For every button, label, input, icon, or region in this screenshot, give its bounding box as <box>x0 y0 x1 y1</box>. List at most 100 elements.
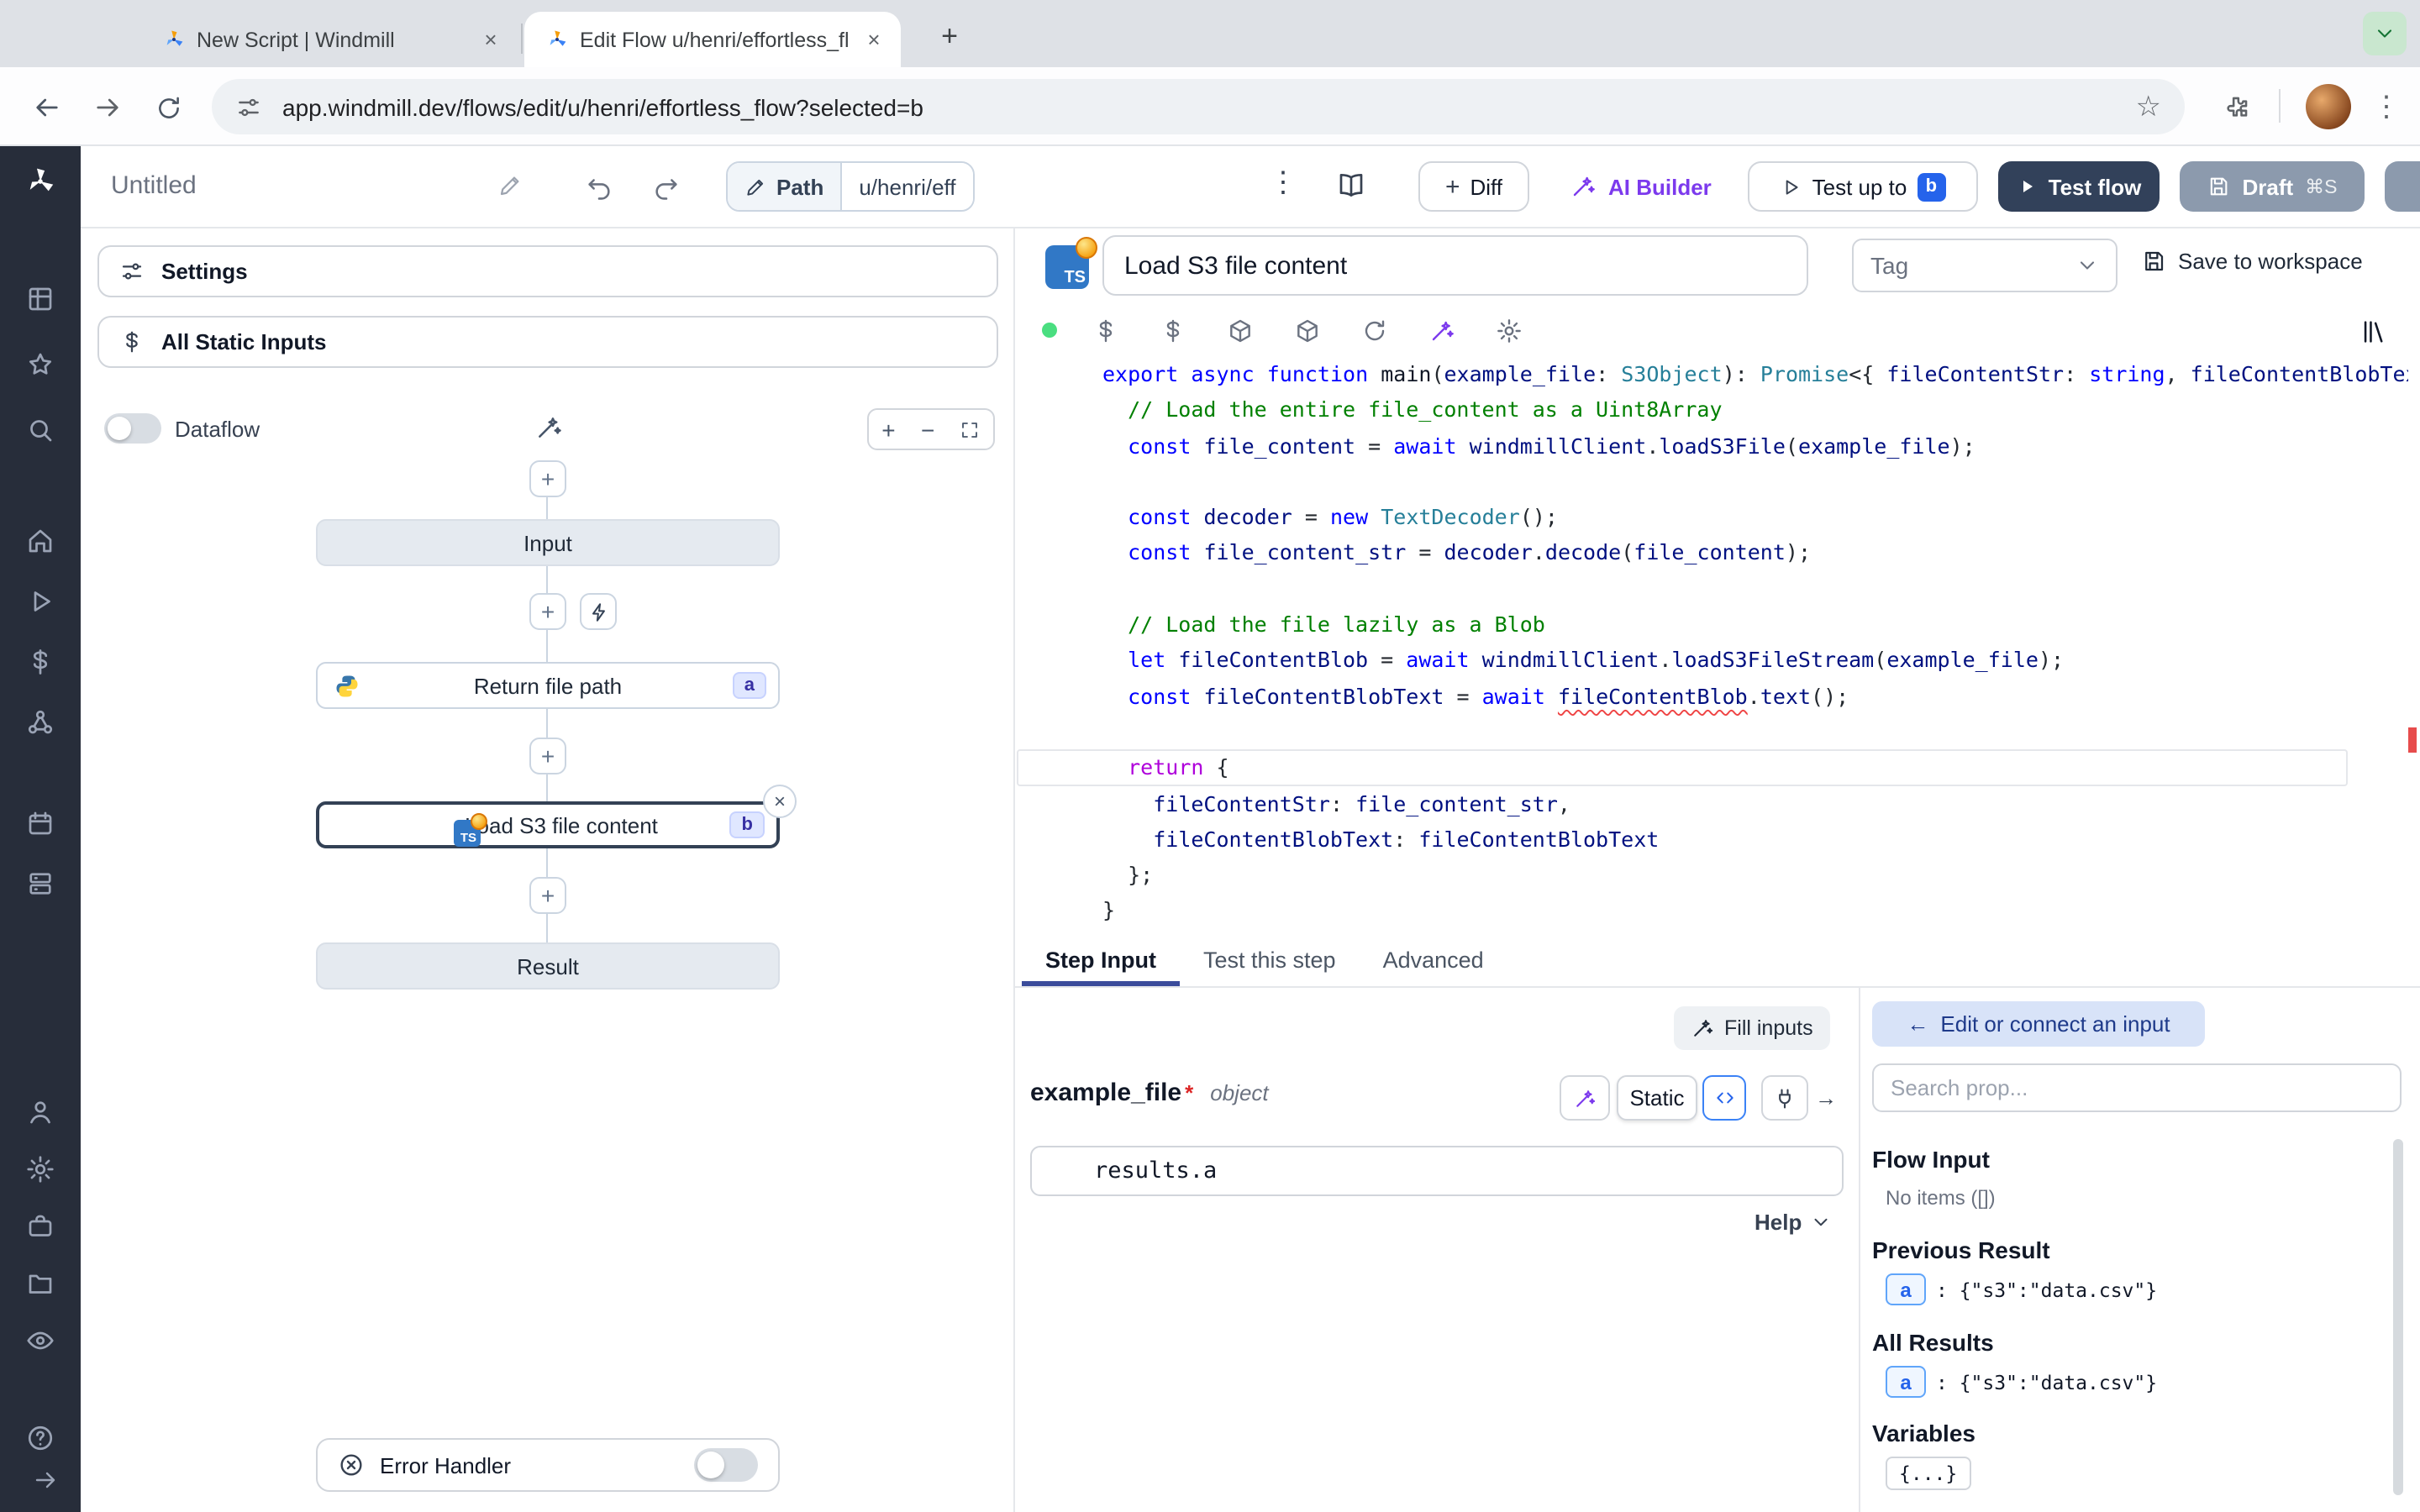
extensions-button[interactable] <box>2212 84 2259 131</box>
redo-button[interactable] <box>642 163 689 210</box>
sidebar-settings-icon[interactable] <box>25 1154 55 1184</box>
windmill-logo[interactable] <box>22 163 59 200</box>
edit-title-pencil-icon[interactable] <box>497 173 523 198</box>
code-line[interactable]: let fileContentBlob = await windmillClie… <box>1017 643 2408 679</box>
variables-dollar-button[interactable] <box>1089 312 1123 349</box>
tab-close-icon[interactable]: × <box>477 26 504 53</box>
code-line[interactable]: } <box>1017 893 2408 929</box>
add-step-button-1[interactable]: + <box>529 593 566 630</box>
prop-search-input[interactable] <box>1872 1063 2402 1112</box>
previous-result-row[interactable]: a : {"s3":"data.csv"} <box>1886 1273 2157 1305</box>
code-line[interactable]: // Load the entire file_content as a Uin… <box>1017 392 2408 428</box>
save-to-workspace-button[interactable]: Save to workspace <box>2141 249 2363 274</box>
sidebar-home-icon[interactable] <box>25 526 55 556</box>
trigger-bolt-button[interactable] <box>580 593 617 630</box>
code-line[interactable]: // Load the file lazily as a Blob <box>1017 606 2408 643</box>
tab-test-this-step[interactable]: Test this step <box>1180 932 1360 986</box>
sidebar-schedules-icon[interactable] <box>25 808 55 838</box>
add-step-button-3[interactable]: + <box>529 877 566 914</box>
fullscreen-icon[interactable] <box>960 419 981 439</box>
help-button[interactable]: Help <box>1754 1210 1832 1235</box>
test-flow-button[interactable]: Test flow <box>1998 161 2160 212</box>
code-line[interactable]: }; <box>1017 857 2408 893</box>
path-control[interactable]: Path u/henri/eff <box>726 161 975 212</box>
error-handler-row[interactable]: Error Handler <box>316 1438 780 1492</box>
tab-search-button[interactable] <box>2363 12 2407 55</box>
path-segment[interactable]: Path <box>728 163 842 210</box>
code-line[interactable] <box>1017 571 2408 607</box>
error-handler-toggle[interactable] <box>694 1448 758 1482</box>
code-line[interactable] <box>1017 464 2408 500</box>
javascript-mode-button[interactable] <box>1702 1075 1746 1121</box>
ai-wand-button[interactable] <box>1425 312 1459 349</box>
site-settings-icon[interactable] <box>235 93 262 120</box>
tag-select[interactable]: Tag <box>1852 239 2118 292</box>
expand-arrow-button[interactable]: → <box>1815 1075 1837 1121</box>
fill-inputs-button[interactable]: Fill inputs <box>1674 1006 1830 1050</box>
bookmark-star-icon[interactable]: ☆ <box>2136 90 2162 123</box>
dataflow-toggle[interactable] <box>104 413 161 444</box>
sidebar-workers-icon[interactable] <box>25 869 55 899</box>
static-mode-button[interactable]: Static <box>1617 1075 1697 1121</box>
sidebar-audit-icon[interactable] <box>25 1326 55 1356</box>
code-line[interactable]: const decoder = new TextDecoder(); <box>1017 499 2408 535</box>
back-button[interactable] <box>24 84 71 131</box>
code-line[interactable]: fileContentStr: file_content_str, <box>1017 785 2408 822</box>
add-step-button-2[interactable]: + <box>529 738 566 774</box>
code-line[interactable]: fileContentBlobText: fileContentBlobText <box>1017 822 2408 858</box>
ai-flow-wand-icon[interactable] <box>534 413 563 442</box>
flow-node-input[interactable]: Input <box>316 519 780 566</box>
code-line[interactable]: return { <box>1017 750 2348 786</box>
browser-tab-new-script[interactable]: New Script | Windmill × <box>141 12 518 67</box>
test-up-to-button[interactable]: Test up to b <box>1748 161 1978 212</box>
sidebar-workspace-icon[interactable] <box>25 1211 55 1242</box>
code-editor[interactable]: export async function main(example_file:… <box>1017 356 2408 932</box>
url-text[interactable]: app.windmill.dev/flows/edit/u/henri/effo… <box>282 93 2136 120</box>
new-tab-button[interactable]: + <box>928 17 971 60</box>
step-title-input[interactable] <box>1102 235 1808 296</box>
result-key-badge[interactable]: a <box>1886 1273 1926 1305</box>
docs-book-icon[interactable] <box>1336 170 1366 200</box>
result-key-badge[interactable]: a <box>1886 1366 1926 1398</box>
edit-connect-button[interactable]: ← Edit or connect an input <box>1872 1001 2205 1047</box>
expression-input[interactable] <box>1030 1146 1844 1196</box>
undo-button[interactable] <box>575 163 622 210</box>
resources-dollar-button[interactable] <box>1156 312 1190 349</box>
code-line[interactable]: const file_content = await windmillClien… <box>1017 428 2408 464</box>
scrollbar-thumb[interactable] <box>2393 1139 2403 1495</box>
sidebar-resources-icon[interactable] <box>25 707 55 738</box>
all-results-row[interactable]: a : {"s3":"data.csv"} <box>1886 1366 2157 1398</box>
field-ai-wand-button[interactable] <box>1560 1075 1610 1121</box>
tab-step-input[interactable]: Step Input <box>1022 932 1180 986</box>
variables-badge[interactable]: {...} <box>1886 1457 1970 1490</box>
path-value[interactable]: u/henri/eff <box>842 163 972 210</box>
sidebar-user-icon[interactable] <box>25 1097 55 1127</box>
package-button-1[interactable] <box>1223 312 1257 349</box>
sidebar-favorites-icon[interactable] <box>25 349 55 380</box>
code-line[interactable]: export async function main(example_file:… <box>1017 356 2408 392</box>
code-line[interactable]: const fileContentBlobText = await fileCo… <box>1017 678 2408 714</box>
reset-refresh-button[interactable] <box>1358 312 1392 349</box>
forward-button[interactable] <box>84 84 131 131</box>
zoom-in-button[interactable]: + <box>881 416 895 443</box>
tab-advanced[interactable]: Advanced <box>1360 932 1507 986</box>
tab-close-icon[interactable]: × <box>860 26 887 53</box>
profile-avatar[interactable] <box>2306 84 2351 129</box>
library-button[interactable] <box>2356 312 2390 349</box>
sidebar-runs-icon[interactable] <box>25 586 55 617</box>
sidebar-search-icon[interactable] <box>25 415 55 445</box>
diff-button[interactable]: + Diff <box>1418 161 1529 212</box>
sidebar-apps-icon[interactable] <box>25 284 55 314</box>
deploy-button[interactable]: Deploy <box>2385 161 2420 212</box>
sidebar-help-icon[interactable] <box>25 1423 55 1453</box>
add-step-button-top[interactable]: + <box>529 460 566 497</box>
sidebar-variables-icon[interactable] <box>25 647 55 677</box>
omnibox[interactable]: app.windmill.dev/flows/edit/u/henri/effo… <box>212 79 2185 134</box>
sidebar-folders-icon[interactable] <box>25 1268 55 1299</box>
flow-node-result[interactable]: Result <box>316 942 780 990</box>
ai-builder-button[interactable]: AI Builder <box>1570 161 1712 212</box>
sidebar-collapse-icon[interactable] <box>32 1467 62 1497</box>
flow-menu-kebab[interactable]: ⋮ <box>1269 166 1297 200</box>
code-line[interactable] <box>1017 714 2408 750</box>
flow-node-load-s3-file-content[interactable]: TS Load S3 file content b <box>316 801 780 848</box>
